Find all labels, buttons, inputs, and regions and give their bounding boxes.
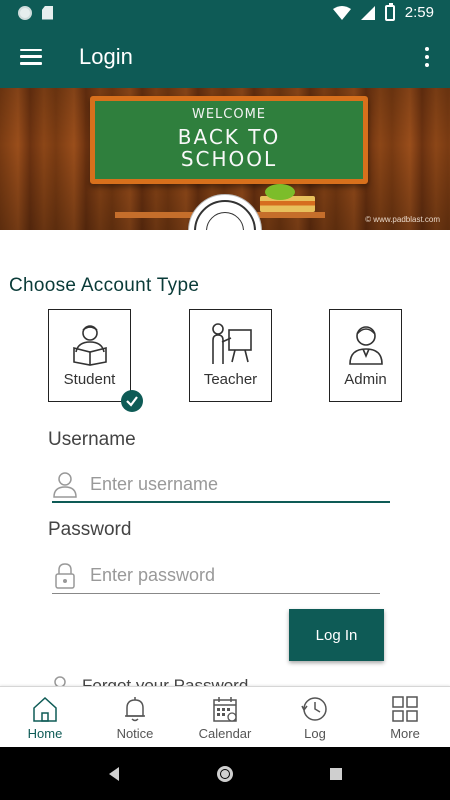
admin-person-icon (348, 326, 383, 365)
nav-home[interactable]: Home (0, 687, 90, 747)
teacher-board-icon (211, 323, 252, 364)
chalk-line-1: BACK TO (177, 125, 281, 149)
signal-icon (360, 5, 375, 20)
account-type-admin[interactable]: Admin (329, 309, 402, 402)
account-label-admin: Admin (344, 371, 387, 388)
page-title: Login (79, 43, 133, 69)
login-screen: 2:59 Login WELCOME BACK TO SCHOOL © www.… (0, 0, 450, 800)
recents-icon[interactable] (329, 767, 343, 781)
nav-home-label: Home (27, 726, 63, 741)
sd-card-icon (42, 5, 53, 20)
grid-more-icon (392, 696, 418, 722)
chalk-line-2: SCHOOL (180, 147, 278, 171)
banner-watermark: © www.padblast.com (365, 215, 440, 224)
selected-check-icon (121, 390, 143, 412)
battery-icon (384, 2, 395, 21)
chalkboard: WELCOME BACK TO SCHOOL (90, 96, 368, 184)
nav-calendar-label: Calendar (198, 726, 252, 741)
nav-more-label: More (390, 726, 420, 741)
status-time: 2:59 (404, 4, 434, 21)
chalk-welcome-text: WELCOME (191, 107, 267, 122)
password-label: Password (48, 519, 132, 540)
user-icon (53, 472, 77, 498)
login-button[interactable]: Log In (289, 609, 384, 661)
bottom-nav: Home Notice Calendar Log More (0, 686, 450, 747)
overflow-menu-icon[interactable] (424, 46, 430, 67)
account-label-student: Student (63, 371, 116, 388)
app-bar: Login (0, 25, 450, 88)
nav-calendar[interactable]: Calendar (180, 687, 270, 747)
nav-log[interactable]: Log (270, 687, 360, 747)
nav-notice[interactable]: Notice (90, 687, 180, 747)
username-label: Username (48, 429, 136, 450)
account-type-student[interactable]: Student (48, 309, 131, 402)
calendar-icon (213, 697, 237, 722)
account-type-teacher[interactable]: Teacher (189, 309, 272, 402)
bell-icon (125, 697, 145, 722)
password-field (52, 558, 380, 594)
choose-account-title: Choose Account Type (9, 275, 200, 296)
system-nav-bar (0, 747, 450, 800)
clock-log-icon (301, 697, 327, 721)
home-system-icon[interactable] (215, 764, 235, 784)
banner-image: WELCOME BACK TO SCHOOL © www.padblast.co… (0, 88, 450, 230)
home-icon (33, 696, 57, 722)
notification-dot-icon (18, 5, 32, 20)
username-field (52, 467, 390, 503)
nav-notice-label: Notice (116, 726, 154, 741)
back-icon[interactable] (107, 766, 121, 782)
status-bar: 2:59 (0, 0, 450, 25)
account-label-teacher: Teacher (203, 371, 258, 388)
nav-log-label: Log (304, 726, 326, 741)
menu-icon[interactable] (20, 48, 42, 65)
wifi-icon (332, 5, 351, 20)
lock-icon (55, 562, 75, 589)
school-logo: 2001 (188, 194, 262, 230)
username-input[interactable] (90, 473, 370, 495)
apple-icon (265, 184, 295, 200)
password-input[interactable] (90, 565, 370, 586)
student-reading-icon (72, 325, 107, 366)
nav-more[interactable]: More (360, 687, 450, 747)
